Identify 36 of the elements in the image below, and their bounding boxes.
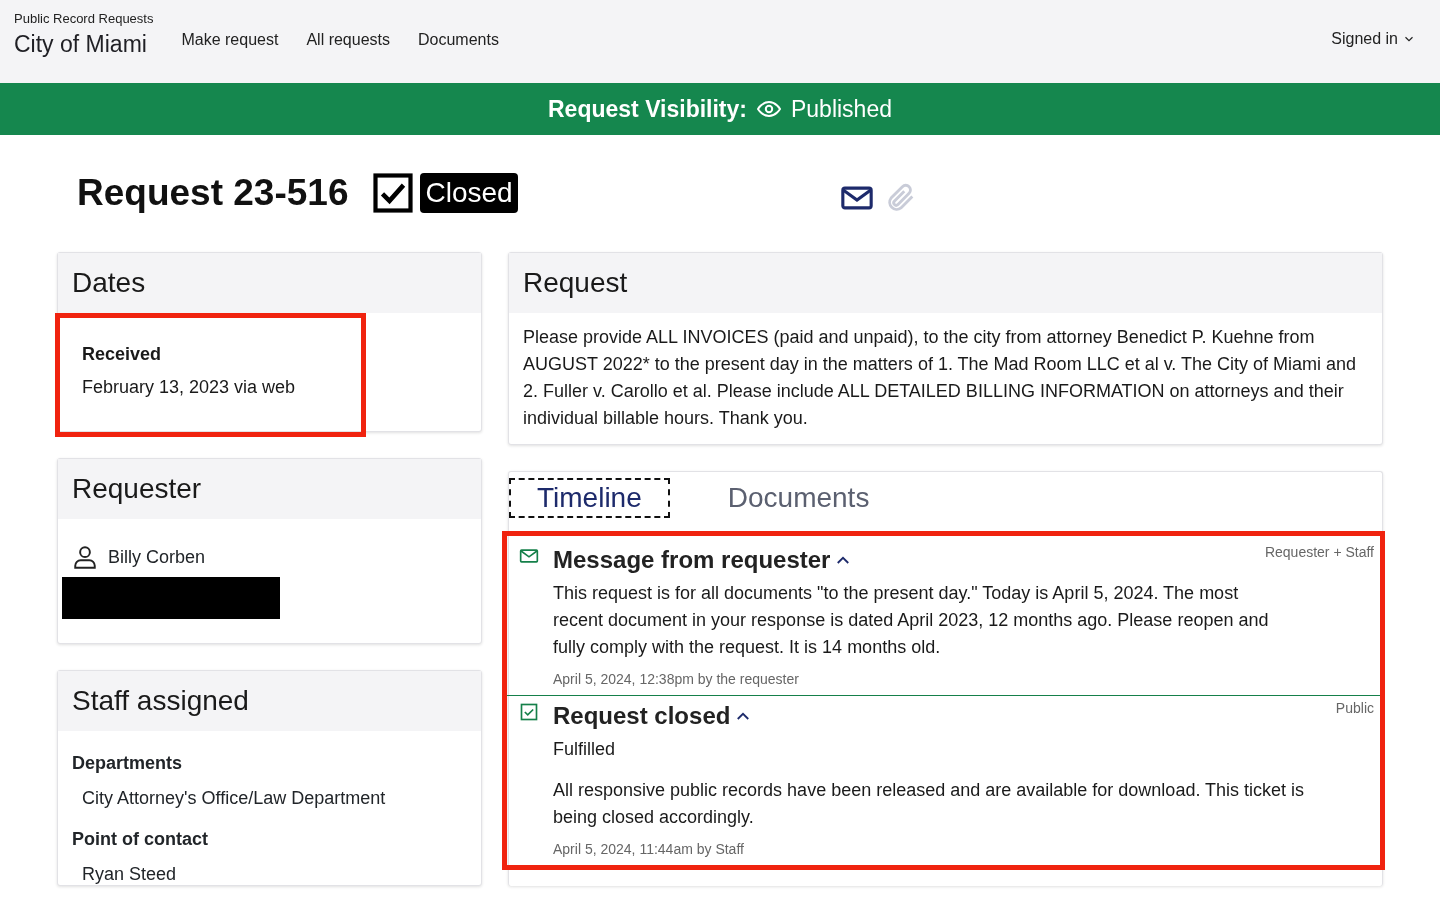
checkbox-icon [519,702,539,722]
event-toggle[interactable]: Request closed [553,702,753,730]
envelope-icon [519,546,539,566]
field-value: City Attorney's Office/Law Department [82,788,387,809]
field-value: Ryan Steed [82,864,178,885]
visibility-value: Published [790,95,892,123]
status-badge: Closed [420,173,518,213]
visibility-tag: Requester + Staff [1264,544,1374,560]
site-title[interactable]: City of Miami [14,31,154,58]
nav-link[interactable]: Make request [181,31,279,49]
card-title: Staff assigned [72,685,249,717]
event-text: Fulfilled [553,738,617,761]
request-text: Please provide ALL INVOICES (paid and unpaid), to the city from attorney Benedict P. Kuehne from AUGUST 2022* to the present day in the matters of 1. The Mad Room LLC et al v. The City of Miami and 2. Fuller v. Carollo et al. Please include ALL DETAILED BILLING INFORMATION on attorneys and their individual billable hours. Thank you. [523,326,1358,430]
event-text: All responsive public records have been released and are available for download. This ticket is being closed accordingly. [553,779,1306,829]
field-label: Departments [72,753,184,774]
event-text: This request is for all documents "to the present day." Today is April 5, 2024. The most recent document in your response is dated April 2023, 12 months ago. Please reopen and fully comply with the request. It is 14 months old. [553,582,1270,659]
nav-link[interactable]: All requests [306,31,390,49]
field-label: Received [82,344,163,365]
event-meta: April 5, 2024, 12:38pm by the requester [553,671,800,687]
event-meta: April 5, 2024, 11:44am by Staff [553,841,745,857]
visibility-tag: Public [1335,700,1374,716]
account-menu[interactable]: Signed in [1331,30,1416,48]
event-toggle[interactable]: Message from requester [553,546,853,574]
card-title: Dates [72,267,146,299]
tab[interactable]: Timeline [509,477,670,518]
field-label: Point of contact [72,829,209,850]
tab[interactable]: Documents [699,477,898,518]
portal-name: Public Record Requests [14,11,154,26]
visibility-label: Request Visibility: [548,95,747,123]
nav-link[interactable]: Documents [418,31,499,49]
card-title: Request [523,267,628,299]
person-icon [72,543,98,571]
card-title: Requester [72,473,202,505]
field-value: February 13, 2023 via web [82,377,297,398]
requester-name: Billy Corben [108,546,206,568]
request-title: Request 23-516 [77,172,349,214]
